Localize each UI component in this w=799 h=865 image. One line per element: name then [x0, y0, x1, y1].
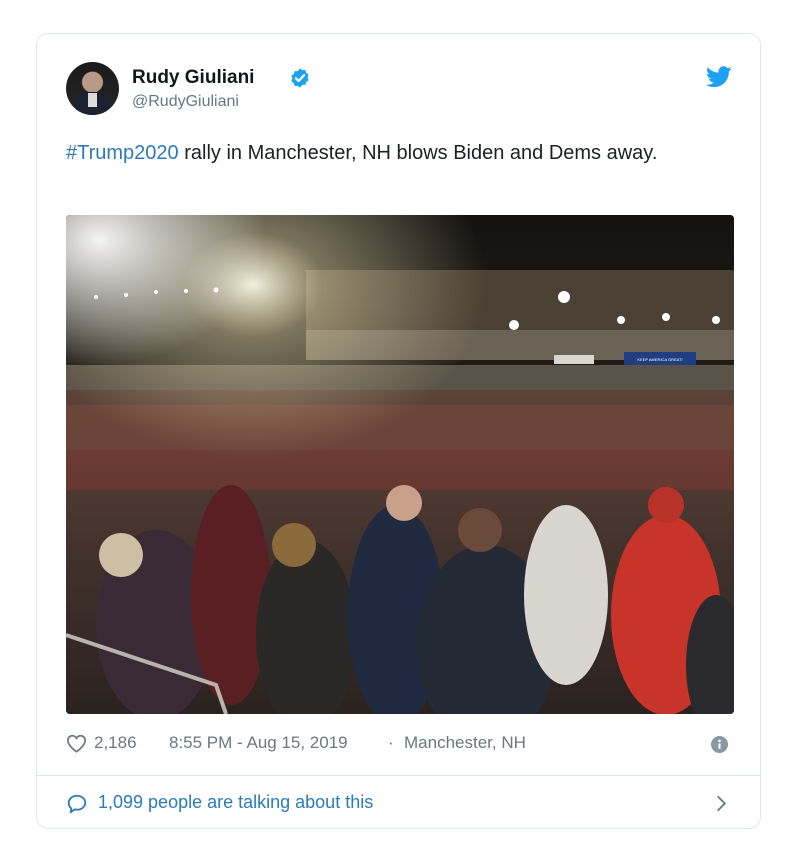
tweet-location[interactable]: Manchester, NH [404, 733, 526, 753]
author-handle[interactable]: @RudyGiuliani [132, 93, 239, 111]
tweet-body: rally in Manchester, NH blows Biden and … [178, 142, 658, 164]
twitter-bird-icon[interactable] [706, 66, 732, 88]
chevron-right-icon[interactable] [716, 795, 728, 812]
conversation-link[interactable]: 1,099 people are talking about this [66, 790, 734, 816]
info-icon[interactable] [711, 736, 728, 753]
tweet-photo[interactable]: KEEP AMERICA GREAT! [66, 215, 734, 714]
tweet-timestamp[interactable]: 8:55 PM - Aug 15, 2019 [169, 733, 348, 753]
avatar[interactable] [66, 62, 119, 115]
talking-about-label[interactable]: 1,099 people are talking about this [98, 792, 373, 813]
tweet-text: #Trump2020 rally in Manchester, NH blows… [66, 138, 726, 168]
card-divider [37, 775, 760, 776]
heart-icon[interactable] [66, 734, 87, 753]
tweet-card: Rudy Giuliani @RudyGiuliani #Trump2020 r… [36, 33, 761, 829]
speech-bubble-icon [67, 794, 87, 814]
avatar-shirt [88, 93, 97, 107]
meta-separator: · [388, 733, 394, 752]
hashtag-link[interactable]: #Trump2020 [66, 142, 179, 164]
author-name[interactable]: Rudy Giuliani [132, 67, 254, 89]
like-count[interactable]: 2,186 [94, 733, 137, 753]
verified-badge-icon [291, 68, 309, 88]
rally-photo-illustration: KEEP AMERICA GREAT! [66, 215, 734, 714]
